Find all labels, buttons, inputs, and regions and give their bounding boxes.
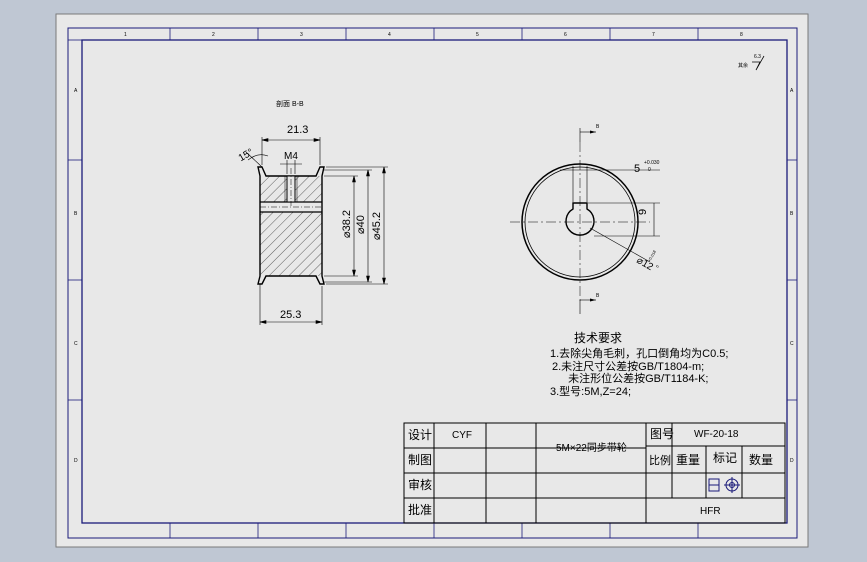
label-draft: 制图: [408, 453, 432, 467]
part-name: 5M×22同步带轮: [556, 441, 627, 454]
zone-digit-6: 6: [564, 32, 567, 38]
dim-dia-hub: ⌀40: [355, 215, 367, 234]
tech-line-1: 1.去除尖角毛刺，孔口倒角均为C0.5;: [550, 346, 728, 360]
dim-dia-inner: ⌀38.2: [341, 210, 353, 238]
label-weight: 重量: [676, 453, 700, 467]
surface-finish-prefix: 其余: [738, 62, 748, 69]
zone-digit-7: 7: [652, 32, 655, 38]
dim-key-tol-upper: +0.030: [644, 160, 660, 166]
zone-letter-c: C: [74, 341, 78, 347]
drawing-sheet: [55, 13, 809, 548]
dim-key-width: 5: [634, 163, 640, 175]
dim-dia-outer: ⌀45.2: [371, 212, 383, 240]
label-drawing-no: 图号: [650, 427, 674, 441]
value-designer: CYF: [452, 430, 472, 441]
zone-digit-8: 8: [740, 32, 743, 38]
zone-digit-3: 3: [300, 32, 303, 38]
zone-digit-4: 4: [388, 32, 391, 38]
zone-digit-5: 5: [476, 32, 479, 38]
drawing-canvas: A B C D A B C D 1 2 3 4 5 6 7 8 其余 6.3 剖…: [55, 13, 809, 548]
section-label: 剖面 B-B: [276, 99, 304, 108]
tech-line-3: 未注形位公差按GB/T1184-K;: [562, 371, 709, 385]
label-designer: 设计: [408, 428, 432, 442]
zone-letter-d: D: [74, 458, 78, 464]
value-material: HFR: [700, 506, 721, 517]
zone-digit-2: 2: [212, 32, 215, 38]
tech-line-4: 3.型号:5M,Z=24;: [550, 384, 631, 398]
tech-title: 技术要求: [574, 331, 622, 345]
value-drawing-no: WF-20-18: [694, 429, 739, 440]
hatch-bottom: [260, 212, 322, 276]
dim-key-tol-lower: 0: [648, 167, 651, 173]
dim-key-depth: 9: [637, 209, 649, 215]
zone-letter-c-right: C: [790, 341, 794, 347]
label-qty: 数量: [749, 452, 773, 467]
label-mark: 标记: [713, 451, 737, 465]
zone-digit-1: 1: [124, 32, 127, 38]
section-view: [257, 166, 325, 285]
label-scale: 比例: [649, 453, 671, 467]
zone-letter-d-right: D: [790, 458, 794, 464]
dim-thread: M4: [284, 151, 298, 162]
surface-finish-value: 6.3: [754, 54, 761, 60]
dim-width-top: 21.3: [287, 124, 308, 136]
tech-line-2: 2.未注尺寸公差按GB/T1804-m;: [552, 359, 704, 373]
label-review: 审核: [408, 477, 432, 492]
label-approve: 批准: [408, 502, 432, 517]
dim-width-bottom: 25.3: [280, 309, 301, 321]
